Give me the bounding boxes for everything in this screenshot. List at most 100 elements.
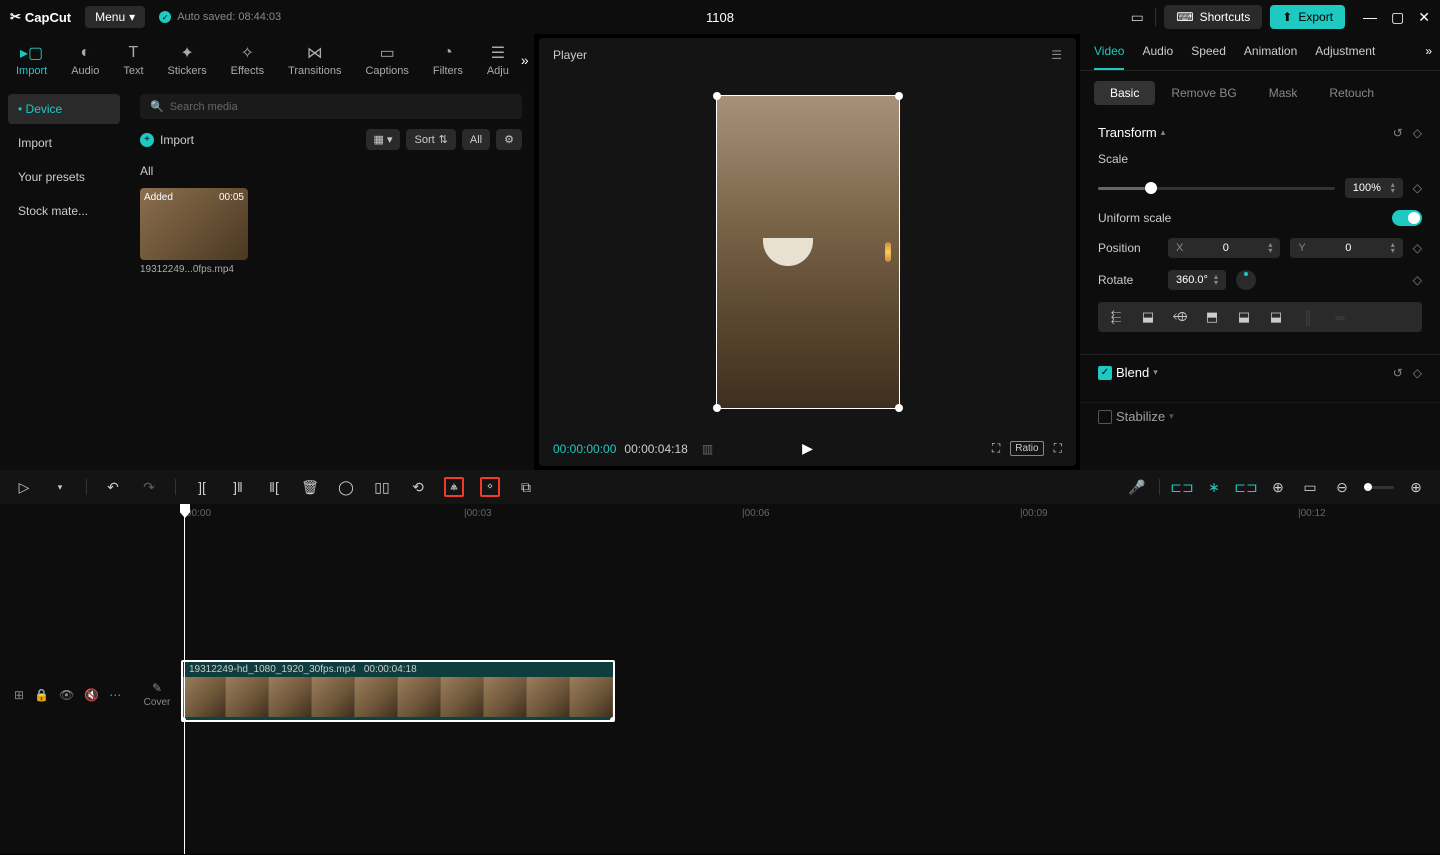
clip-trim-right[interactable]	[610, 717, 615, 722]
track-area[interactable]: ⊞ 🔒 👁 🔇 ⋯ ✎ Cover 19312249-hd_1080_1920_…	[0, 526, 1440, 826]
rotate-value-input[interactable]: 360.0° ▴▾	[1168, 270, 1226, 290]
tabs-scroll-icon[interactable]: »	[1425, 44, 1432, 58]
sort-button[interactable]: Sort ⇅	[406, 129, 455, 150]
reset-icon[interactable]: ↺	[1393, 366, 1403, 380]
tab-import[interactable]: ▸▢Import	[4, 39, 59, 81]
scale-slider[interactable]	[1098, 187, 1335, 190]
tab-captions[interactable]: ▭Captions	[353, 39, 420, 81]
position-x-input[interactable]: X0 ▴▾	[1168, 238, 1280, 258]
snap-icon[interactable]: ⊕	[1268, 477, 1288, 497]
reverse-icon[interactable]: ⟲	[408, 477, 428, 497]
sidebar-item-presets[interactable]: Your presets	[8, 162, 120, 192]
sidebar-item-stock[interactable]: Stock mate...	[8, 196, 120, 226]
tab-effects[interactable]: ✧Effects	[219, 39, 276, 81]
uniform-scale-toggle[interactable]	[1392, 210, 1422, 226]
timeline-ruler[interactable]: 00:00|00:03|00:06|00:09|00:12	[0, 504, 1440, 526]
sidebar-item-device[interactable]: Device	[8, 94, 120, 124]
track-mute-icon[interactable]: 🔇	[84, 688, 99, 702]
marker-icon[interactable]: ◯	[336, 477, 356, 497]
play-button[interactable]: ▶	[802, 440, 813, 457]
tab-audio[interactable]: ◐Audio	[59, 39, 111, 81]
tabs-scroll-right-icon[interactable]: »	[521, 52, 537, 68]
resize-handle[interactable]	[895, 92, 903, 100]
prop-tab-speed[interactable]: Speed	[1191, 44, 1226, 70]
subtab-removebg[interactable]: Remove BG	[1155, 81, 1252, 105]
filter-all-label[interactable]: All	[140, 164, 522, 178]
delete-icon[interactable]: 🗑	[300, 477, 320, 497]
subtab-basic[interactable]: Basic	[1094, 81, 1155, 105]
align-center-h-icon[interactable]: ⬓	[1134, 306, 1162, 328]
track-more-icon[interactable]: ⋯	[109, 688, 121, 702]
undo-icon[interactable]: ↶	[103, 477, 123, 497]
subtab-mask[interactable]: Mask	[1253, 81, 1314, 105]
prop-tab-animation[interactable]: Animation	[1244, 44, 1297, 70]
close-button[interactable]: ✕	[1418, 9, 1430, 26]
selection-tool-icon[interactable]: ▷	[14, 477, 34, 497]
align-bottom-icon[interactable]: ⬓	[1262, 306, 1290, 328]
tab-adjust[interactable]: ☰Adju	[475, 39, 521, 81]
ratio-button[interactable]: Ratio	[1010, 441, 1043, 456]
prop-tab-video[interactable]: Video	[1094, 44, 1124, 70]
stabilize-title[interactable]: Stabilize ▾	[1098, 409, 1422, 424]
player-menu-icon[interactable]: ☰	[1051, 48, 1062, 62]
blend-checkbox[interactable]: ✓	[1098, 366, 1112, 380]
view-toggle[interactable]: ▦ ▾	[366, 129, 401, 150]
resize-handle[interactable]	[895, 404, 903, 412]
redo-icon[interactable]: ↷	[139, 477, 159, 497]
split-icon[interactable]: ][	[192, 477, 212, 497]
resize-handle[interactable]	[713, 92, 721, 100]
mirror-icon[interactable]	[444, 477, 464, 497]
cover-button[interactable]: ✎ Cover	[138, 681, 176, 708]
track-icon[interactable]: ▭	[1300, 477, 1320, 497]
shortcuts-button[interactable]: ⌨ Shortcuts	[1164, 5, 1262, 29]
zoom-fit-icon[interactable]: ⊕	[1406, 477, 1426, 497]
menu-button[interactable]: Menu▾	[85, 6, 145, 28]
prop-tab-adjustment[interactable]: Adjustment	[1315, 44, 1375, 70]
maximize-button[interactable]: ▢	[1391, 9, 1404, 26]
reset-icon[interactable]: ↺	[1393, 126, 1403, 140]
player-viewport[interactable]	[539, 72, 1076, 431]
zoom-slider[interactable]	[1364, 486, 1394, 489]
search-input[interactable]: 🔍 Search media	[140, 94, 522, 119]
freeze-icon[interactable]: ▯▯	[372, 477, 392, 497]
keyframe-icon[interactable]: ◇	[1413, 273, 1422, 287]
sidebar-item-import[interactable]: Import	[8, 128, 120, 158]
track-expand-icon[interactable]: ⊞	[14, 688, 24, 702]
scale-value-input[interactable]: 100% ▴▾	[1345, 178, 1403, 198]
split-left-icon[interactable]: ]‖	[228, 477, 248, 497]
export-button[interactable]: ⬆ Export	[1270, 5, 1345, 29]
zoom-out-icon[interactable]: ⊖	[1332, 477, 1352, 497]
rotate-dial[interactable]	[1236, 270, 1256, 290]
import-button[interactable]: + Import	[140, 133, 194, 147]
filter-all-button[interactable]: All	[462, 129, 490, 150]
tab-transitions[interactable]: ⋈Transitions	[276, 39, 353, 81]
track-lock-icon[interactable]: 🔒	[34, 688, 49, 702]
minimize-button[interactable]: —	[1363, 9, 1377, 26]
blend-title[interactable]: ✓ Blend ▾	[1098, 365, 1158, 380]
resize-handle[interactable]	[713, 404, 721, 412]
split-right-icon[interactable]: ‖[	[264, 477, 284, 497]
layout-icon[interactable]: ▭	[1127, 7, 1147, 27]
filter-settings-icon[interactable]: ⚙	[496, 129, 522, 150]
tab-text[interactable]: TText	[111, 39, 155, 81]
keyframe-icon[interactable]: ◇	[1413, 366, 1422, 380]
track-visible-icon[interactable]: 👁	[59, 688, 74, 702]
keyframe-icon[interactable]: ◇	[1413, 181, 1422, 195]
media-thumbnail[interactable]: Added 00:05 19312249...0fps.mp4	[140, 188, 248, 275]
video-frame[interactable]	[716, 95, 900, 409]
link-icon[interactable]: ∗	[1204, 477, 1224, 497]
compare-icon[interactable]: ▥	[702, 442, 713, 456]
preview-icon[interactable]: ⊏⊐	[1236, 477, 1256, 497]
align-right-icon[interactable]: ⬲	[1166, 306, 1194, 328]
crop-icon[interactable]: ⛶	[992, 441, 1000, 456]
align-center-v-icon[interactable]: ⬓	[1230, 306, 1258, 328]
mic-icon[interactable]: 🎤	[1127, 477, 1147, 497]
align-left-icon[interactable]: ⬱	[1102, 306, 1130, 328]
video-clip[interactable]: 19312249-hd_1080_1920_30fps.mp4 00:00:04…	[181, 660, 615, 722]
position-y-input[interactable]: Y0 ▴▾	[1290, 238, 1402, 258]
rotate-tool-icon[interactable]	[480, 477, 500, 497]
prop-tab-audio[interactable]: Audio	[1142, 44, 1173, 70]
fullscreen-icon[interactable]: ⛶	[1054, 441, 1062, 456]
tab-filters[interactable]: ◔Filters	[421, 39, 475, 81]
tab-stickers[interactable]: ✦Stickers	[156, 39, 219, 81]
